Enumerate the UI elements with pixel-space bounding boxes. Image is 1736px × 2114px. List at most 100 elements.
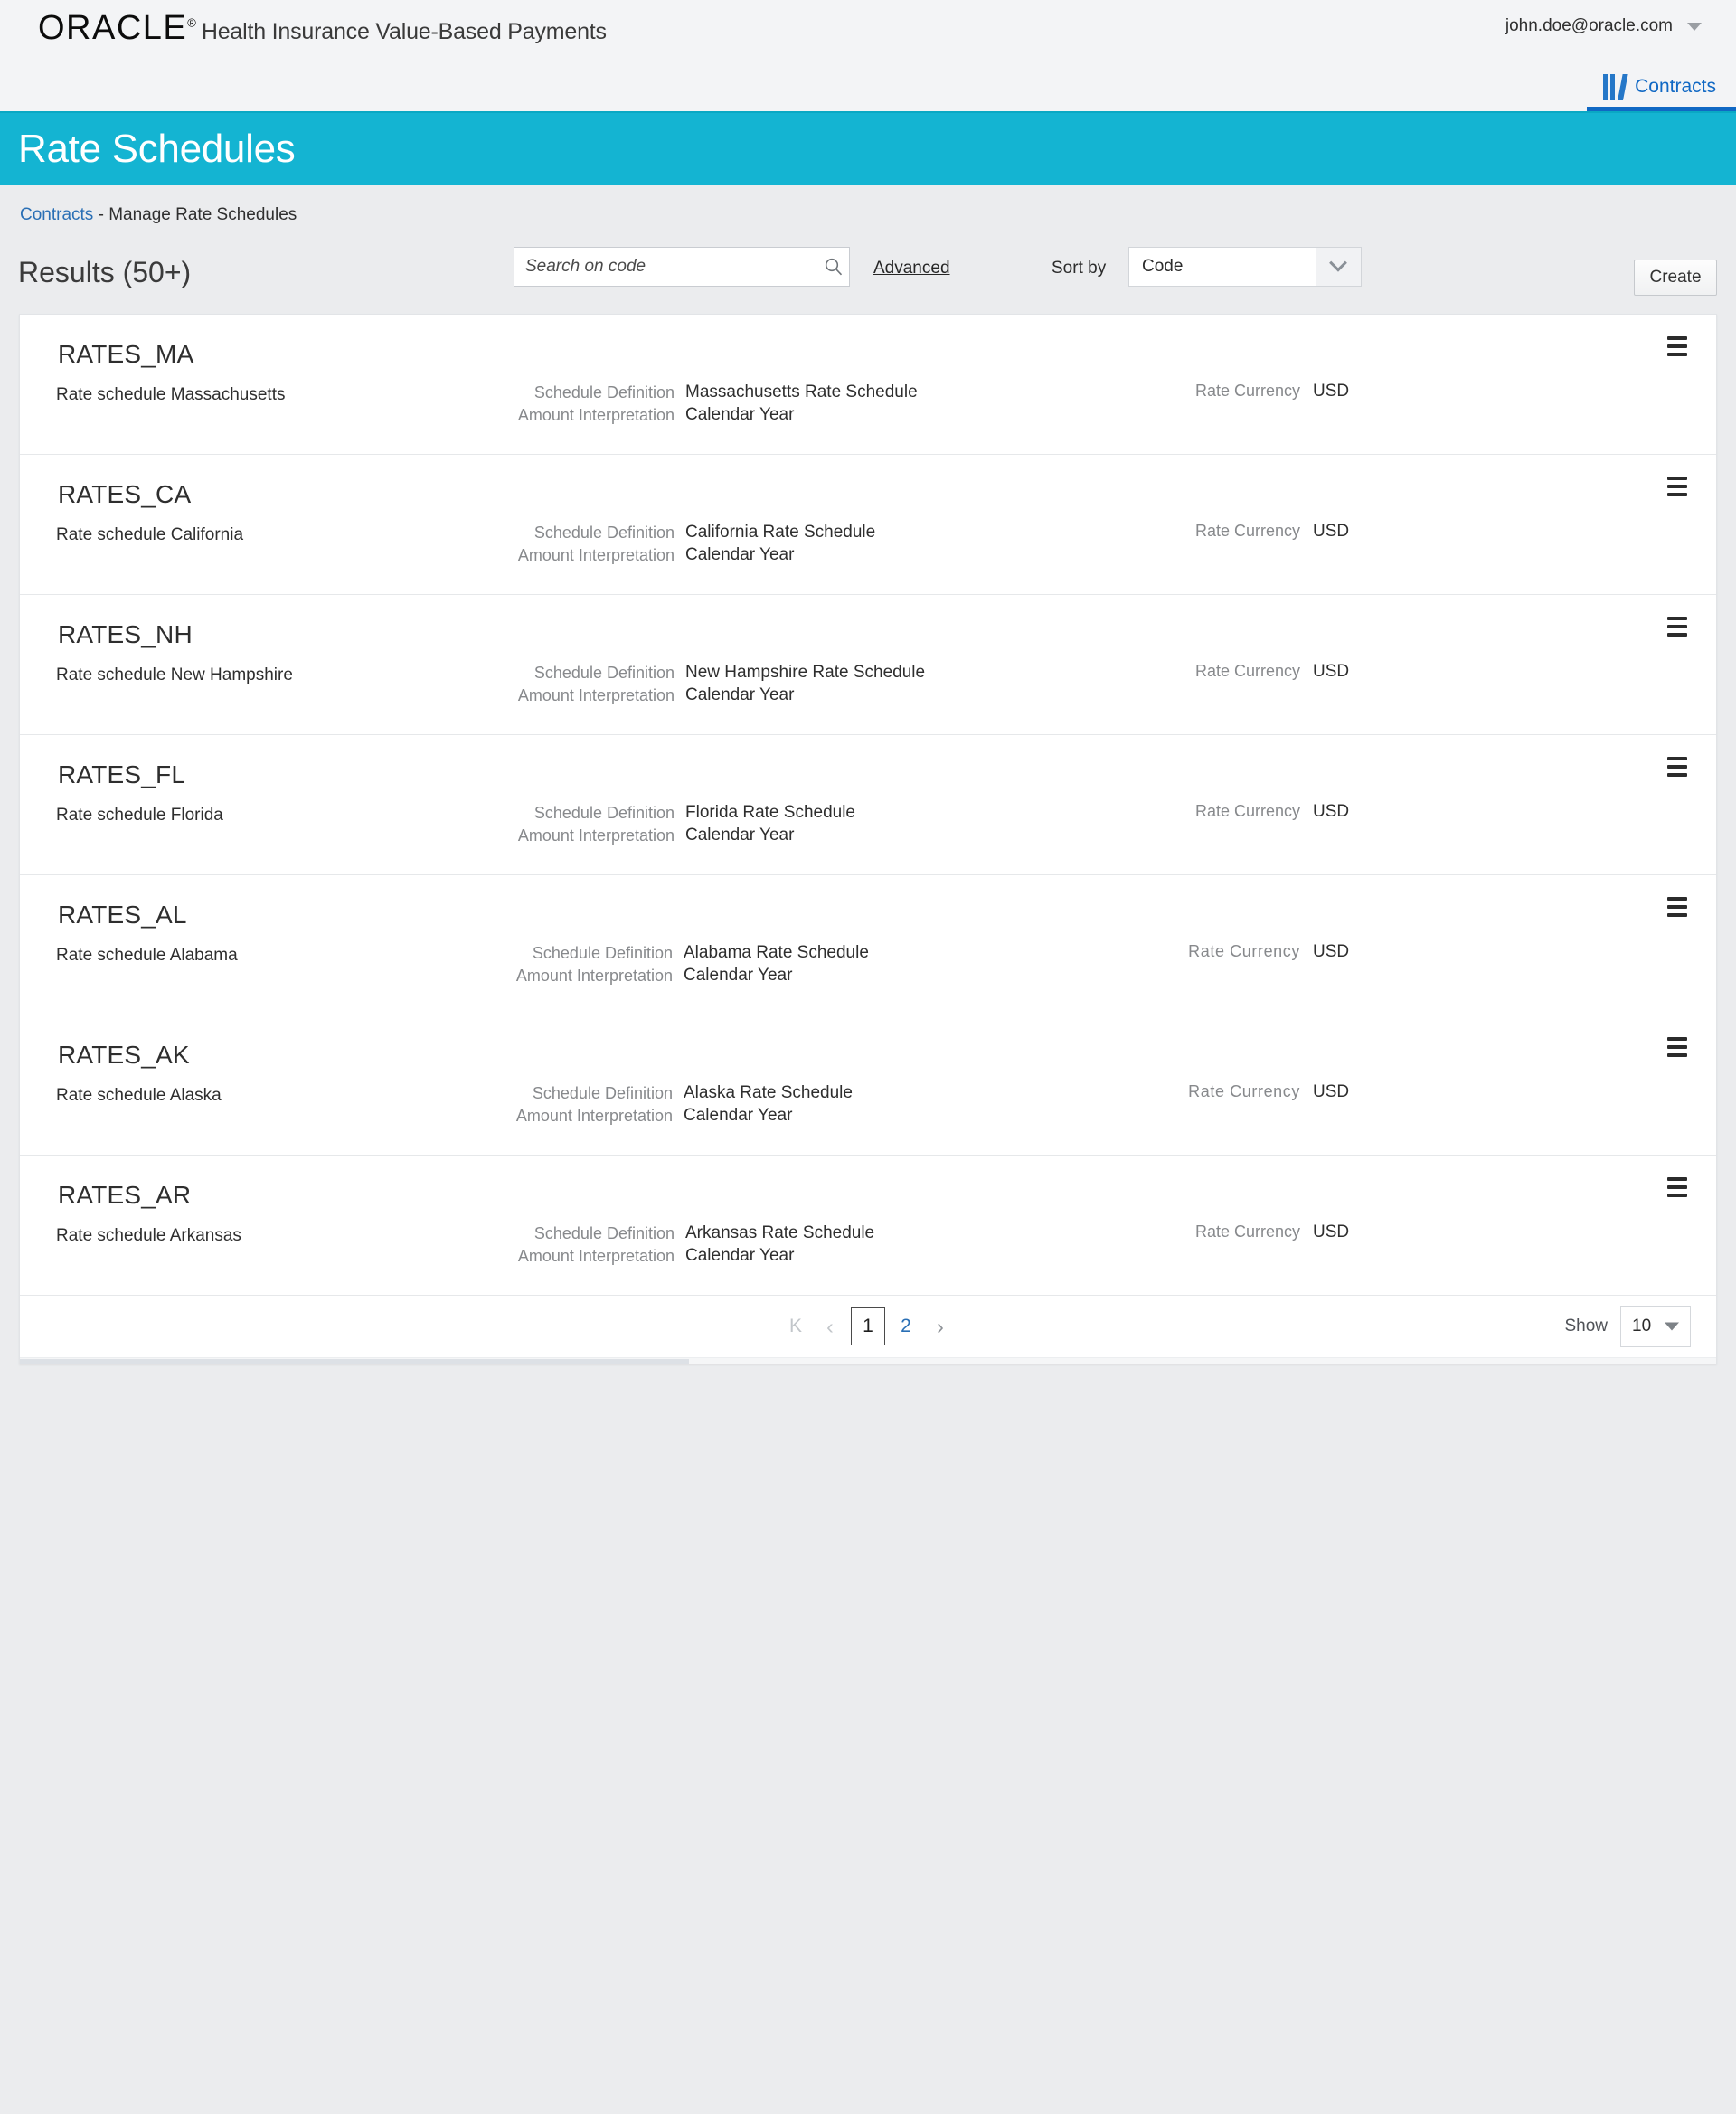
scrollbar-thumb[interactable] [20,1359,689,1364]
schedule-definition-value: California Rate Schedule [685,523,876,542]
brand: ORACLE® Health Insurance Value-Based Pay… [38,11,607,45]
rate-currency-value: USD [1313,802,1350,821]
hamburger-menu-icon[interactable] [1667,336,1691,356]
results-header: Results (50+) Create [0,256,1736,296]
registered-mark: ® [187,15,196,30]
schedule-definition-label: Schedule Definition [533,804,675,822]
row-code: RATES_MA [58,340,194,368]
breadcrumb-link-contracts[interactable]: Contracts [20,205,93,224]
row-code: RATES_NH [58,620,193,648]
schedule-definition-value: Florida Rate Schedule [685,803,855,822]
schedule-definition-label: Schedule Definition [532,1084,673,1102]
tab-contracts-label: Contracts [1635,76,1716,97]
schedule-definition-value: New Hampshire Rate Schedule [685,663,926,682]
page-title: Rate Schedules [18,127,296,171]
row-currency: Rate Currency USD [1186,382,1349,401]
hamburger-menu-icon[interactable] [1667,477,1691,496]
user-email-label: john.doe@oracle.com [1505,16,1673,35]
amount-interpretation-value: Calendar Year [685,405,795,424]
row-currency: Rate Currency USD [1186,802,1349,822]
chevron-down-icon[interactable] [1687,22,1702,31]
hamburger-menu-icon[interactable] [1667,897,1691,917]
table-row[interactable]: RATES_FL Rate schedule Florida Schedule … [20,735,1716,875]
create-button[interactable]: Create [1634,260,1717,296]
row-description: Rate schedule Florida [56,806,223,825]
amount-interpretation-label: Amount Interpretation [517,546,675,564]
pagination-footer: K ‹ 1 2 › Show 10 [20,1296,1716,1357]
amount-interpretation-value: Calendar Year [685,826,795,845]
row-details: Schedule Definition California Rate Sched… [508,522,942,567]
row-code: RATES_CA [58,480,192,508]
table-row[interactable]: RATES_CA Rate schedule California Schedu… [20,455,1716,595]
amount-interpretation-value: Calendar Year [685,545,795,564]
row-description: Rate schedule Arkansas [56,1226,241,1245]
breadcrumb-separator: - [93,205,109,224]
amount-interpretation-value: Calendar Year [684,966,793,985]
hamburger-menu-icon[interactable] [1667,1037,1691,1057]
amount-interpretation-value: Calendar Year [685,685,795,704]
table-row[interactable]: RATES_NH Rate schedule New Hampshire Sch… [20,595,1716,735]
results-count-title: Results (50+) [18,256,192,288]
row-description: Rate schedule California [56,525,244,544]
rate-currency-value: USD [1313,662,1350,681]
schedule-definition-label: Schedule Definition [533,1224,675,1242]
table-row[interactable]: RATES_MA Rate schedule Massachusetts Sch… [20,315,1716,455]
amount-interpretation-label: Amount Interpretation [515,967,673,985]
caret-down-icon[interactable] [1665,1322,1679,1331]
rate-currency-label: Rate Currency [1194,802,1300,820]
rate-currency-label: Rate Currency [1194,382,1300,400]
row-details: Schedule Definition Massachusetts Rate Sc… [508,382,942,427]
oracle-logo-text: ORACLE [38,9,188,47]
schedule-definition-value: Massachusetts Rate Schedule [685,382,918,401]
row-code: RATES_AK [58,1041,190,1069]
amount-interpretation-label: Amount Interpretation [517,1247,675,1265]
pagination-page-1[interactable]: 1 [851,1307,885,1345]
user-menu[interactable]: john.doe@oracle.com [1505,16,1702,36]
schedule-definition-label: Schedule Definition [533,524,675,542]
breadcrumb-current: Manage Rate Schedules [108,205,297,224]
schedule-definition-label: Schedule Definition [533,383,675,401]
page-title-band: Rate Schedules [0,113,1736,185]
rate-currency-value: USD [1313,942,1350,961]
row-currency: Rate Currency USD [1186,522,1349,542]
breadcrumb: Contracts - Manage Rate Schedules [0,185,1736,225]
pagination-page-2[interactable]: 2 [892,1310,920,1343]
row-details: Schedule Definition New Hampshire Rate Sc… [508,662,942,707]
pagination-controls: K ‹ 1 2 › [782,1307,954,1345]
schedule-definition-label: Schedule Definition [532,944,673,962]
row-code: RATES_AR [58,1181,192,1209]
application-name: Health Insurance Value-Based Payments [201,19,607,44]
rate-currency-value: USD [1313,382,1350,401]
row-details: Schedule Definition Florida Rate Schedule… [508,802,942,847]
schedule-definition-label: Schedule Definition [533,664,675,682]
hamburger-menu-icon[interactable] [1667,1177,1691,1197]
horizontal-scrollbar[interactable] [20,1357,1716,1364]
rate-currency-label: Rate Currency [1194,1222,1300,1241]
tab-contracts[interactable]: Contracts [1587,73,1736,111]
pagination-first-button[interactable]: K [782,1310,809,1343]
row-details: Schedule Definition Arkansas Rate Schedul… [508,1222,942,1268]
table-row[interactable]: RATES_AK Rate schedule Alaska Schedule D… [20,1015,1716,1156]
row-currency: Rate Currency USD [1186,1082,1349,1102]
amount-interpretation-value: Calendar Year [684,1106,793,1125]
oracle-logo: ORACLE® [38,11,196,45]
row-code: RATES_FL [58,760,186,788]
results-card: RATES_MA Rate schedule Massachusetts Sch… [19,314,1717,1364]
hamburger-menu-icon[interactable] [1667,757,1691,777]
row-currency: Rate Currency USD [1186,662,1349,682]
row-description: Rate schedule New Hampshire [56,665,293,684]
page-size-select[interactable]: 10 [1620,1306,1691,1347]
table-row[interactable]: RATES_AL Rate schedule Alabama Schedule … [20,875,1716,1015]
amount-interpretation-label: Amount Interpretation [517,406,675,424]
table-row[interactable]: RATES_AR Rate schedule Arkansas Schedule… [20,1156,1716,1296]
page-size-control: Show 10 [1564,1306,1691,1347]
hamburger-menu-icon[interactable] [1667,617,1691,637]
amount-interpretation-label: Amount Interpretation [517,686,675,704]
pagination-next-button[interactable]: › [927,1310,954,1343]
rate-currency-label: Rate Currency [1188,942,1300,960]
pagination-prev-button[interactable]: ‹ [816,1310,844,1343]
row-details: Schedule Definition Alabama Rate Schedule… [508,942,942,987]
rate-currency-value: USD [1313,1082,1350,1101]
schedule-definition-value: Alaska Rate Schedule [684,1083,853,1102]
row-description: Rate schedule Alabama [56,946,238,965]
